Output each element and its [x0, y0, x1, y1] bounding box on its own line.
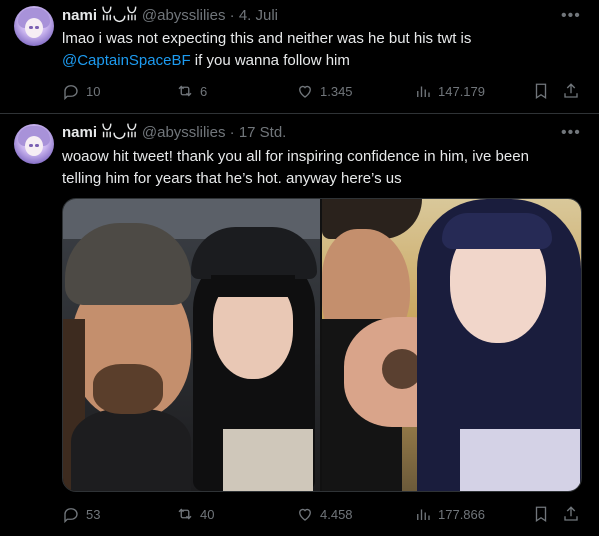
like-button[interactable]: 4.458 [296, 504, 353, 524]
repost-button[interactable]: 40 [176, 504, 214, 524]
repost-button[interactable]: 6 [176, 81, 207, 101]
photo-left[interactable] [63, 199, 320, 491]
share-button[interactable] [562, 504, 580, 524]
reply-icon [64, 85, 78, 100]
reply-button[interactable]: 10 [62, 81, 100, 101]
author-name[interactable]: nami ꈍ◡ꈍ [62, 7, 138, 24]
like-icon [299, 85, 311, 98]
action-bar: 10 6 1.345 147.179 [62, 81, 582, 101]
media-grid [62, 198, 582, 492]
tweet-text-tail: if you wanna follow him [190, 52, 350, 69]
views-button[interactable]: 147.179 [414, 81, 485, 101]
more-icon[interactable]: ••• [561, 124, 580, 142]
tweet-2[interactable]: nami ꈍ◡ꈍ @abysslilies · 17 Std. ••• woao… [0, 114, 599, 536]
author-handle[interactable]: @abysslilies [142, 7, 226, 24]
separator-dot: · [229, 7, 235, 24]
tweet-text-line: lmao i was not expecting this and neithe… [62, 30, 472, 47]
tweet-time[interactable]: 4. Juli [239, 7, 278, 24]
like-icon [299, 508, 311, 521]
share-icon [564, 506, 578, 521]
share-icon [564, 83, 578, 98]
share-button[interactable] [562, 81, 580, 101]
repost-icon [178, 85, 192, 97]
avatar[interactable] [14, 6, 54, 46]
avatar[interactable] [14, 124, 54, 164]
tweet-text: woaow hit tweet! thank you all for inspi… [62, 146, 582, 190]
like-button[interactable]: 1.345 [296, 81, 353, 101]
views-count: 177.866 [438, 506, 485, 522]
separator-dot: · [229, 124, 235, 141]
tweet-text-line: telling him for years that he’s hot. any… [62, 170, 402, 187]
reply-icon [64, 508, 78, 523]
like-count: 4.458 [320, 506, 353, 522]
reply-button[interactable]: 53 [62, 504, 100, 524]
reply-count: 53 [86, 506, 101, 522]
author-name[interactable]: nami ꈍ◡ꈍ [62, 124, 138, 141]
more-icon[interactable]: ••• [561, 7, 580, 25]
photo-right[interactable] [322, 199, 581, 491]
views-button[interactable]: 177.866 [414, 504, 485, 524]
reply-count: 10 [86, 83, 101, 99]
tweet-1[interactable]: nami ꈍ◡ꈍ @abysslilies · 4. Juli ••• lmao… [0, 0, 599, 110]
tweet-time[interactable]: 17 Std. [239, 124, 287, 141]
tweet-text-line: woaow hit tweet! thank you all for inspi… [62, 148, 529, 165]
views-count: 147.179 [438, 83, 485, 99]
mention-link[interactable]: @CaptainSpaceBF [62, 52, 191, 69]
like-count: 1.345 [320, 83, 353, 99]
repost-count: 40 [200, 506, 215, 522]
bookmark-button[interactable] [532, 504, 550, 524]
tweet-text: lmao i was not expecting this and neithe… [62, 28, 582, 72]
tweet-header: nami ꈍ◡ꈍ @abysslilies · 17 Std. [62, 123, 286, 143]
bookmark-icon [535, 506, 547, 523]
bookmark-button[interactable] [532, 81, 550, 101]
repost-icon [178, 508, 192, 520]
views-icon [417, 509, 430, 520]
repost-count: 6 [200, 83, 208, 99]
views-icon [417, 86, 430, 97]
tweet-header: nami ꈍ◡ꈍ @abysslilies · 4. Juli [62, 6, 278, 26]
bookmark-icon [535, 83, 547, 100]
author-handle[interactable]: @abysslilies [142, 124, 226, 141]
action-bar: 53 40 4.458 177.866 [62, 504, 582, 524]
